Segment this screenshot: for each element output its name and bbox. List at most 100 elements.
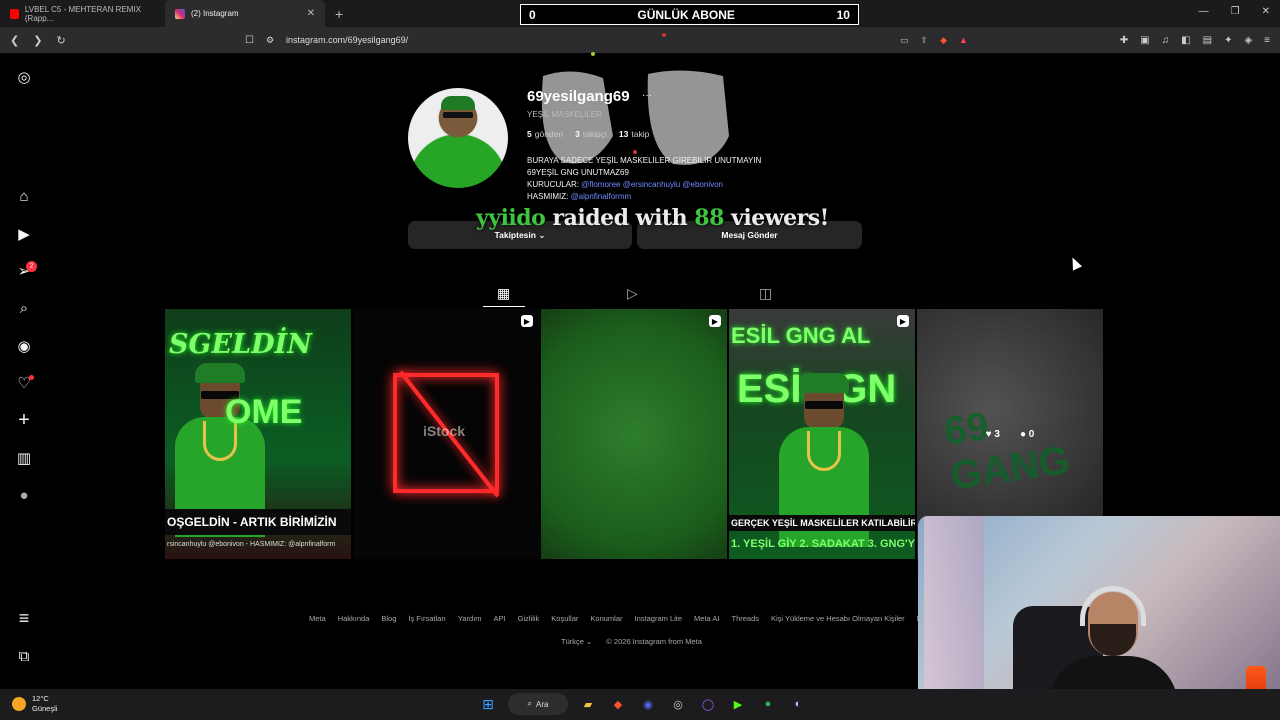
followers-stat[interactable]: 3 takipçi bbox=[575, 129, 607, 139]
confetti bbox=[591, 52, 595, 56]
post-tile[interactable]: SGELDİN OME OŞGELDİN - ARTIK BİRİMİZİN r… bbox=[165, 309, 351, 559]
footer-link[interactable]: Konumlar bbox=[590, 614, 622, 623]
brave-browser-icon[interactable]: ◆ bbox=[608, 694, 628, 714]
discord-icon[interactable]: ◉ bbox=[638, 694, 658, 714]
brave-shield-icon[interactable]: ◆ bbox=[940, 35, 947, 46]
footer-link[interactable]: Hakkında bbox=[338, 614, 370, 623]
bookmark-icon[interactable]: ☐ bbox=[245, 35, 254, 46]
footer-link[interactable]: Yardım bbox=[458, 614, 482, 623]
windows-taskbar: 12°C Güneşli ⊞ ⌕ Ara ▰ ◆ ◉ ◎ ◯ ▶ ● ◐ bbox=[0, 689, 1280, 720]
footer-link[interactable]: Threads bbox=[731, 614, 759, 623]
spotify-icon[interactable]: ● bbox=[758, 694, 778, 714]
steam-icon[interactable]: ◐ bbox=[788, 694, 808, 714]
instagram-sidebar: ◎ ⌂ ▶ ➢ 2 ⌕ ◉ ♡ + ▥ ● ≡ ⧉ bbox=[0, 53, 48, 689]
post-tile[interactable]: ▶ iStock bbox=[353, 309, 539, 559]
profile-avatar[interactable] bbox=[408, 88, 508, 188]
address-bar[interactable]: ☐ ⚙ instagram.com/69yesilgang69/ bbox=[245, 30, 990, 50]
also-from-meta-icon[interactable]: ⧉ bbox=[14, 646, 34, 666]
share-icon[interactable]: ⇪ bbox=[921, 35, 929, 46]
forward-icon[interactable]: ❯ bbox=[33, 34, 42, 47]
post-headline: SGELDİN bbox=[169, 329, 312, 360]
weather-widget[interactable]: 12°C Güneşli bbox=[12, 694, 57, 714]
footer-bottom: Türkçe ⌄ © 2026 Instagram from Meta bbox=[561, 637, 702, 646]
post-headline: ESİL GNG AL bbox=[731, 323, 871, 348]
back-icon[interactable]: ❮ bbox=[10, 34, 19, 47]
footer-link[interactable]: Kişi Yükleme ve Hesabı Olmayan Kişiler bbox=[771, 614, 905, 623]
following-stat[interactable]: 13 takip bbox=[619, 129, 649, 139]
file-explorer-icon[interactable]: ▰ bbox=[578, 694, 598, 714]
profile-avatar-icon[interactable]: ● bbox=[14, 485, 34, 505]
browser-tab-instagram[interactable]: (2) Instagram ✕ bbox=[165, 0, 325, 27]
post-small-text: rsincanhuylu @ebonivon - HASMIMIZ: @alpn… bbox=[167, 541, 336, 548]
brave-rewards-icon[interactable]: ▲ bbox=[959, 35, 968, 46]
explore-icon[interactable]: ◉ bbox=[14, 336, 34, 356]
post-tile[interactable]: ▶ ESİL GNG AL ESİL GN GERÇEK YEŞİL MASKE… bbox=[729, 309, 915, 559]
reload-icon[interactable]: ↻ bbox=[56, 34, 65, 47]
obs-icon[interactable]: ◯ bbox=[698, 694, 718, 714]
tab-tagged-icon[interactable]: ◫ bbox=[759, 285, 772, 302]
wallet-icon[interactable]: ▤ bbox=[1203, 35, 1212, 46]
footer-link[interactable]: Meta AI bbox=[694, 614, 719, 623]
kick-icon[interactable]: ▶ bbox=[728, 694, 748, 714]
footer-link[interactable]: Koşullar bbox=[551, 614, 578, 623]
search-icon[interactable]: ⌕ bbox=[14, 298, 34, 318]
footer-link[interactable]: API bbox=[494, 614, 506, 623]
new-tab-icon[interactable]: + bbox=[335, 6, 343, 22]
menu-icon[interactable]: ≡ bbox=[14, 608, 34, 628]
daily-subscriber-banner: 0 GÜNLÜK ABONE 10 bbox=[520, 4, 859, 25]
tab-reels-icon[interactable]: ▷ bbox=[627, 285, 638, 302]
founders-links[interactable]: @flomoree @ersincanhuylu @ebonivon bbox=[581, 180, 723, 189]
browser-menu-icon[interactable]: ≡ bbox=[1264, 35, 1270, 46]
footer-link[interactable]: Meta bbox=[309, 614, 326, 623]
close-tab-icon[interactable]: ✕ bbox=[307, 8, 315, 19]
tab-title: (2) Instagram bbox=[191, 9, 239, 18]
browser-toolbar: ❮ ❯ ↻ ☐ ⚙ instagram.com/69yesilgang69/ ▭… bbox=[0, 27, 1280, 53]
watermark-text: iStock bbox=[423, 423, 466, 439]
mouse-cursor bbox=[1067, 255, 1083, 271]
footer-link[interactable]: İş Fırsatları bbox=[408, 614, 446, 623]
leo-ai-icon[interactable]: ✦ bbox=[1224, 35, 1232, 46]
raid-text-end: viewers! bbox=[731, 205, 829, 231]
active-tab-indicator bbox=[483, 306, 525, 307]
rival-link[interactable]: @alpnfinalformm bbox=[571, 192, 632, 201]
footer-link[interactable]: Instagram Lite bbox=[635, 614, 683, 623]
sidebar-toggle-icon[interactable]: ◧ bbox=[1181, 35, 1190, 46]
footer-link[interactable]: Gizlilik bbox=[518, 614, 540, 623]
raid-alert-overlay: yyiido raided with 88 viewers! bbox=[476, 205, 829, 231]
post-tile[interactable]: ▶ bbox=[541, 309, 727, 559]
profile-stats: 5 gönderi 3 takipçi 13 takip bbox=[527, 129, 649, 139]
confetti bbox=[633, 150, 637, 154]
extensions-icon[interactable]: ✚ bbox=[1120, 35, 1128, 46]
url-text[interactable]: instagram.com/69yesilgang69/ bbox=[286, 35, 408, 45]
create-icon[interactable]: + bbox=[14, 409, 34, 431]
instagram-logo-icon[interactable]: ◎ bbox=[14, 67, 34, 87]
maximize-icon[interactable]: ❐ bbox=[1231, 6, 1240, 17]
tab-title: LVBEL C5 - MEHTERAN REMIX (Rapp... bbox=[24, 4, 141, 23]
posts-stat: 5 gönderi bbox=[527, 129, 564, 139]
post-subheadline: OME bbox=[225, 393, 303, 431]
home-icon[interactable]: ⌂ bbox=[14, 186, 34, 206]
site-info-icon[interactable]: ⚙ bbox=[266, 35, 274, 46]
close-window-icon[interactable]: ✕ bbox=[1262, 6, 1270, 17]
more-options-icon[interactable]: ··· bbox=[642, 90, 652, 101]
minimize-icon[interactable]: — bbox=[1199, 6, 1209, 17]
screenshot-icon[interactable]: ▣ bbox=[1140, 35, 1149, 46]
taskbar-search[interactable]: ⌕ Ara bbox=[508, 693, 568, 715]
windows-start-icon[interactable]: ⊞ bbox=[478, 694, 498, 714]
browser-tab-youtube[interactable]: LVBEL C5 - MEHTERAN REMIX (Rapp... bbox=[0, 0, 165, 27]
app-icon[interactable]: ◎ bbox=[668, 694, 688, 714]
cast-icon[interactable]: ▭ bbox=[900, 35, 909, 46]
tab-posts-icon[interactable]: ▦ bbox=[497, 285, 510, 302]
vpn-icon[interactable]: ◈ bbox=[1244, 35, 1252, 46]
media-icon[interactable]: ♫ bbox=[1162, 35, 1170, 46]
banner-title: GÜNLÜK ABONE bbox=[637, 7, 735, 22]
reels-icon[interactable]: ▶ bbox=[14, 224, 34, 244]
reel-indicator-icon: ▶ bbox=[709, 315, 721, 327]
weather-temp: 12°C bbox=[32, 694, 49, 703]
language-select[interactable]: Türkçe ⌄ bbox=[561, 637, 592, 646]
reel-indicator-icon: ▶ bbox=[897, 315, 909, 327]
banner-right-count: 10 bbox=[836, 7, 850, 22]
footer-link[interactable]: Blog bbox=[381, 614, 396, 623]
window-controls: — ❐ ✕ bbox=[1199, 6, 1270, 17]
dashboard-icon[interactable]: ▥ bbox=[14, 448, 34, 468]
